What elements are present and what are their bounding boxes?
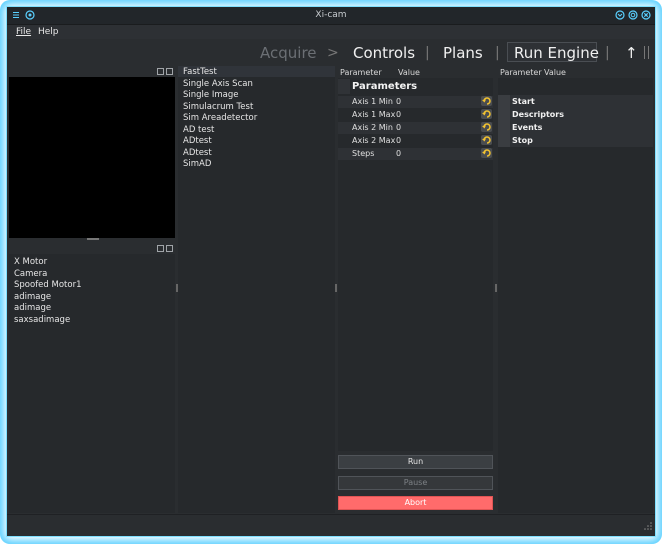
- plan-item[interactable]: Simulacrum Test: [183, 102, 253, 112]
- param-name: Steps: [352, 149, 375, 158]
- splitter-handle[interactable]: [495, 284, 497, 292]
- param-row-axis1-max[interactable]: Axis 1 Max 0: [338, 109, 493, 121]
- resize-grip-icon[interactable]: [644, 522, 652, 533]
- menu-help[interactable]: Help: [38, 27, 59, 37]
- device-item[interactable]: Spoofed Motor1: [14, 280, 81, 290]
- reset-icon[interactable]: [481, 122, 492, 132]
- menu-bar: File Help: [7, 25, 655, 39]
- param-row-axis2-max[interactable]: Axis 2 Max 0: [338, 135, 493, 147]
- param-value[interactable]: 0: [396, 136, 401, 145]
- splitter-handle[interactable]: [335, 284, 337, 292]
- column-header-value[interactable]: Value: [544, 68, 566, 77]
- document-item-descriptors[interactable]: Descriptors: [512, 110, 564, 119]
- maximize-icon[interactable]: [628, 10, 638, 20]
- stage-plans[interactable]: Plans: [443, 44, 483, 62]
- stage-separator: |: [425, 45, 430, 61]
- column-header-parameter[interactable]: Parameter: [500, 68, 542, 77]
- param-name: Axis 2 Min: [352, 123, 393, 132]
- stage-bar: Acquire > Controls | Plans | Run Engine …: [7, 40, 655, 65]
- run-button[interactable]: Run: [338, 455, 493, 469]
- device-item[interactable]: X Motor: [14, 257, 47, 267]
- main-window: Xi-cam File Help Acquire > Controls | Pl…: [6, 6, 656, 537]
- parameters-group-row: Parameters: [338, 79, 493, 94]
- device-item[interactable]: Camera: [14, 269, 47, 279]
- stage-run-engine[interactable]: Run Engine: [514, 44, 599, 62]
- pause-button[interactable]: Pause: [338, 476, 493, 490]
- plans-list: FastTest Single Axis Scan Single Image S…: [178, 66, 335, 513]
- stage-separator: |: [495, 45, 500, 61]
- float-icon[interactable]: [157, 68, 164, 75]
- param-value[interactable]: 0: [396, 149, 401, 158]
- stage-grip[interactable]: [644, 46, 649, 59]
- param-value[interactable]: 0: [396, 110, 401, 119]
- float-icon[interactable]: [157, 245, 164, 252]
- plan-item[interactable]: Single Axis Scan: [183, 79, 253, 89]
- left-column: X Motor Camera Spoofed Motor1 adimage ad…: [9, 66, 175, 513]
- document-tree-panel: Parameter Value Start Descriptors Events…: [498, 66, 653, 513]
- preview-dock-header: [9, 66, 175, 77]
- param-row-axis2-min[interactable]: Axis 2 Min 0: [338, 122, 493, 134]
- reset-icon[interactable]: [481, 135, 492, 145]
- param-row-steps[interactable]: Steps 0: [338, 148, 493, 160]
- abort-button[interactable]: Abort: [338, 496, 493, 510]
- param-value[interactable]: 0: [396, 97, 401, 106]
- plan-item[interactable]: Single Image: [183, 90, 238, 100]
- group-marker: [338, 79, 350, 94]
- title-bar[interactable]: Xi-cam: [7, 7, 655, 25]
- parameters-group-label: Parameters: [352, 81, 418, 92]
- minimize-icon[interactable]: [615, 10, 625, 20]
- plan-item[interactable]: Sim Areadetector: [183, 113, 257, 123]
- parameter-panel: Parameter Value Parameters Axis 1 Min 0 …: [338, 66, 493, 451]
- reset-icon[interactable]: [481, 148, 492, 158]
- reset-icon[interactable]: [481, 109, 492, 119]
- column-header-value[interactable]: Value: [398, 68, 420, 77]
- close-icon[interactable]: [641, 10, 651, 20]
- plan-item[interactable]: ADtest: [183, 148, 212, 158]
- param-name: Axis 2 Max: [352, 136, 396, 145]
- plan-item[interactable]: AD test: [183, 125, 214, 135]
- document-item-events[interactable]: Events: [512, 123, 542, 132]
- plan-item[interactable]: SimAD: [183, 159, 211, 169]
- menu-file[interactable]: File: [16, 27, 31, 37]
- close-icon[interactable]: [166, 68, 173, 75]
- status-bar: [7, 514, 655, 536]
- camera-preview: [9, 77, 175, 238]
- stage-controls[interactable]: Controls: [353, 44, 415, 62]
- document-table-header: Parameter Value: [498, 66, 653, 78]
- document-item-start[interactable]: Start: [512, 97, 535, 106]
- param-name: Axis 1 Min: [352, 97, 393, 106]
- splitter-handle[interactable]: [87, 238, 99, 240]
- device-item[interactable]: adimage: [14, 292, 51, 302]
- devices-dock-header: [9, 243, 175, 254]
- parameter-table-header: Parameter Value: [338, 66, 493, 78]
- close-icon[interactable]: [166, 245, 173, 252]
- device-item[interactable]: adimage: [14, 303, 51, 313]
- plan-item[interactable]: FastTest: [183, 67, 217, 77]
- document-item-stop[interactable]: Stop: [512, 136, 533, 145]
- param-value[interactable]: 0: [396, 123, 401, 132]
- window-title: Xi-cam: [315, 10, 347, 20]
- stage-separator: |: [605, 45, 610, 61]
- column-header-parameter[interactable]: Parameter: [340, 68, 382, 77]
- tree-branch-marker: [498, 95, 510, 147]
- collapse-arrow[interactable]: ↑: [625, 44, 638, 62]
- param-name: Axis 1 Max: [352, 110, 396, 119]
- device-item[interactable]: saxsadimage: [14, 315, 70, 325]
- device-list: X Motor Camera Spoofed Motor1 adimage ad…: [9, 254, 175, 513]
- param-row-axis1-min[interactable]: Axis 1 Min 0: [338, 96, 493, 108]
- stage-separator: >: [327, 45, 339, 61]
- plan-item[interactable]: ADtest: [183, 136, 212, 146]
- reset-icon[interactable]: [481, 96, 492, 106]
- stage-acquire[interactable]: Acquire: [260, 44, 317, 62]
